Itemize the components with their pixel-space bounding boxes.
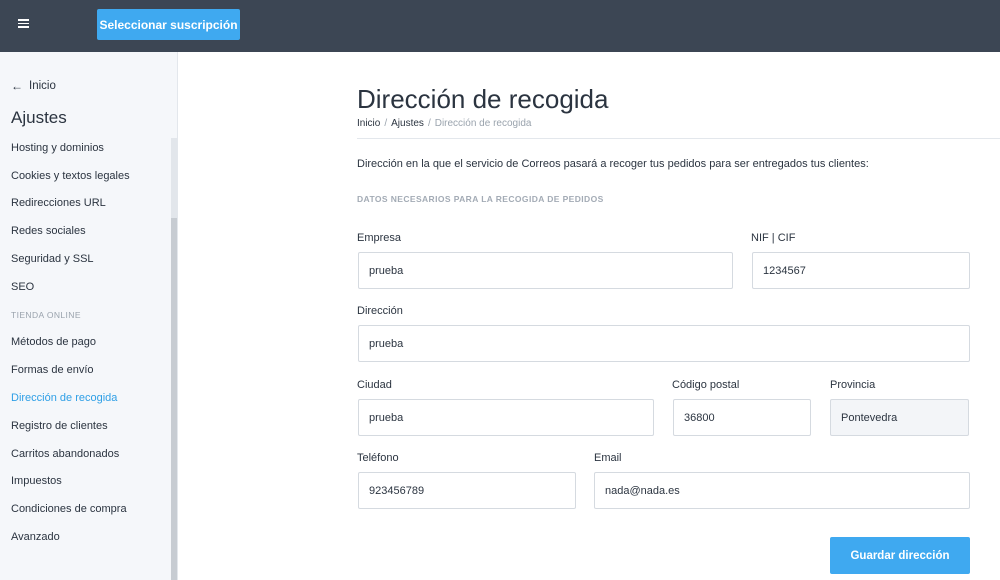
breadcrumb: Inicio / Ajustes / Dirección de recogida [357, 118, 531, 129]
sidebar-item-avanzado[interactable]: Avanzado [11, 523, 171, 551]
back-link-label: Inicio [29, 80, 56, 92]
sidebar-item-metodos-de-pago[interactable]: Métodos de pago [11, 329, 171, 357]
sidebar-item-carritos-abandonados[interactable]: Carritos abandonados [11, 440, 171, 468]
sidebar-item-formas-de-envio[interactable]: Formas de envío [11, 356, 171, 384]
provincia-input[interactable] [830, 399, 969, 436]
sidebar-item-redirecciones-url[interactable]: Redirecciones URL [11, 190, 171, 218]
arrow-left-icon: ← [11, 79, 23, 93]
email-input[interactable] [594, 472, 970, 509]
direccion-input[interactable] [358, 325, 970, 362]
sidebar-item-condiciones-de-compra[interactable]: Condiciones de compra [11, 495, 171, 523]
sidebar-title: Ajustes [11, 108, 67, 127]
ciudad-label: Ciudad [357, 379, 392, 391]
codigo-postal-input[interactable] [673, 399, 811, 436]
sidebar-item-hosting-y-dominios[interactable]: Hosting y dominios [11, 134, 171, 162]
sidebar-item-impuestos[interactable]: Impuestos [11, 468, 171, 496]
direccion-label: Dirección [357, 305, 403, 317]
back-to-home-link[interactable]: ← Inicio [11, 80, 56, 92]
settings-menu: Hosting y dominios Cookies y textos legal… [11, 134, 171, 551]
sidebar-item-redes-sociales[interactable]: Redes sociales [11, 217, 171, 245]
sidebar-item-seguridad-y-ssl[interactable]: Seguridad y SSL [11, 245, 171, 273]
ciudad-input[interactable] [358, 399, 654, 436]
header-divider [357, 138, 1000, 139]
sidebar-item-direccion-de-recogida[interactable]: Dirección de recogida [11, 384, 171, 412]
telefono-label: Teléfono [357, 452, 399, 464]
sidebar-item-seo[interactable]: SEO [11, 273, 171, 301]
section-label: DATOS NECESARIOS PARA LA RECOGIDA DE PED… [357, 194, 604, 204]
select-subscription-button[interactable]: Seleccionar suscripción [97, 9, 240, 40]
top-bar: Seleccionar suscripción [0, 0, 1000, 52]
sidebar: ← Inicio Ajustes Hosting y dominios Cooki… [0, 52, 178, 580]
telefono-input[interactable] [358, 472, 576, 509]
scrollbar-thumb[interactable] [171, 218, 177, 580]
breadcrumb-separator: / [384, 118, 388, 129]
save-address-button[interactable]: Guardar dirección [830, 537, 970, 574]
empresa-label: Empresa [357, 232, 402, 244]
menu-scroll-edge [11, 133, 171, 138]
email-label: Email [594, 452, 622, 464]
breadcrumb-separator: / [427, 118, 431, 129]
intro-text: Dirección en la que el servicio de Corre… [357, 158, 869, 170]
hamburger-icon[interactable] [18, 19, 29, 28]
nif-input[interactable] [752, 252, 970, 289]
sidebar-item-registro-de-clientes[interactable]: Registro de clientes [11, 412, 171, 440]
sidebar-item-cookies-y-textos-legales[interactable]: Cookies y textos legales [11, 162, 171, 190]
breadcrumb-settings-link[interactable]: Ajustes [391, 118, 424, 129]
nif-label: NIF | CIF [751, 232, 796, 244]
breadcrumb-current: Dirección de recogida [434, 118, 532, 129]
provincia-label: Provincia [830, 379, 876, 391]
sidebar-section-header: TIENDA ONLINE [11, 309, 81, 320]
codigo-postal-label: Código postal [672, 379, 740, 391]
page-title: Dirección de recogida [357, 84, 609, 114]
breadcrumb-home-link[interactable]: Inicio [357, 118, 380, 129]
empresa-input[interactable] [358, 252, 733, 289]
